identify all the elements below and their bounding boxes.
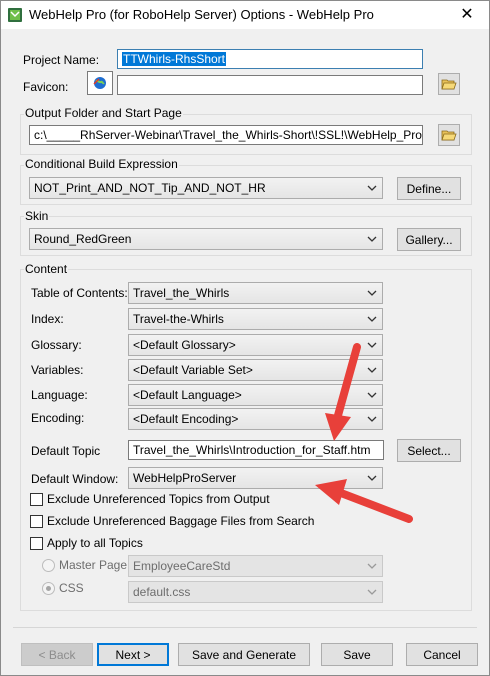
annotation-arrow-default-window bbox=[315, 479, 413, 523]
annotation-arrows bbox=[315, 343, 413, 523]
options-dialog: WebHelp Pro (for RoboHelp Server) Option… bbox=[0, 0, 490, 676]
annotation-arrow-default-topic bbox=[325, 343, 361, 441]
